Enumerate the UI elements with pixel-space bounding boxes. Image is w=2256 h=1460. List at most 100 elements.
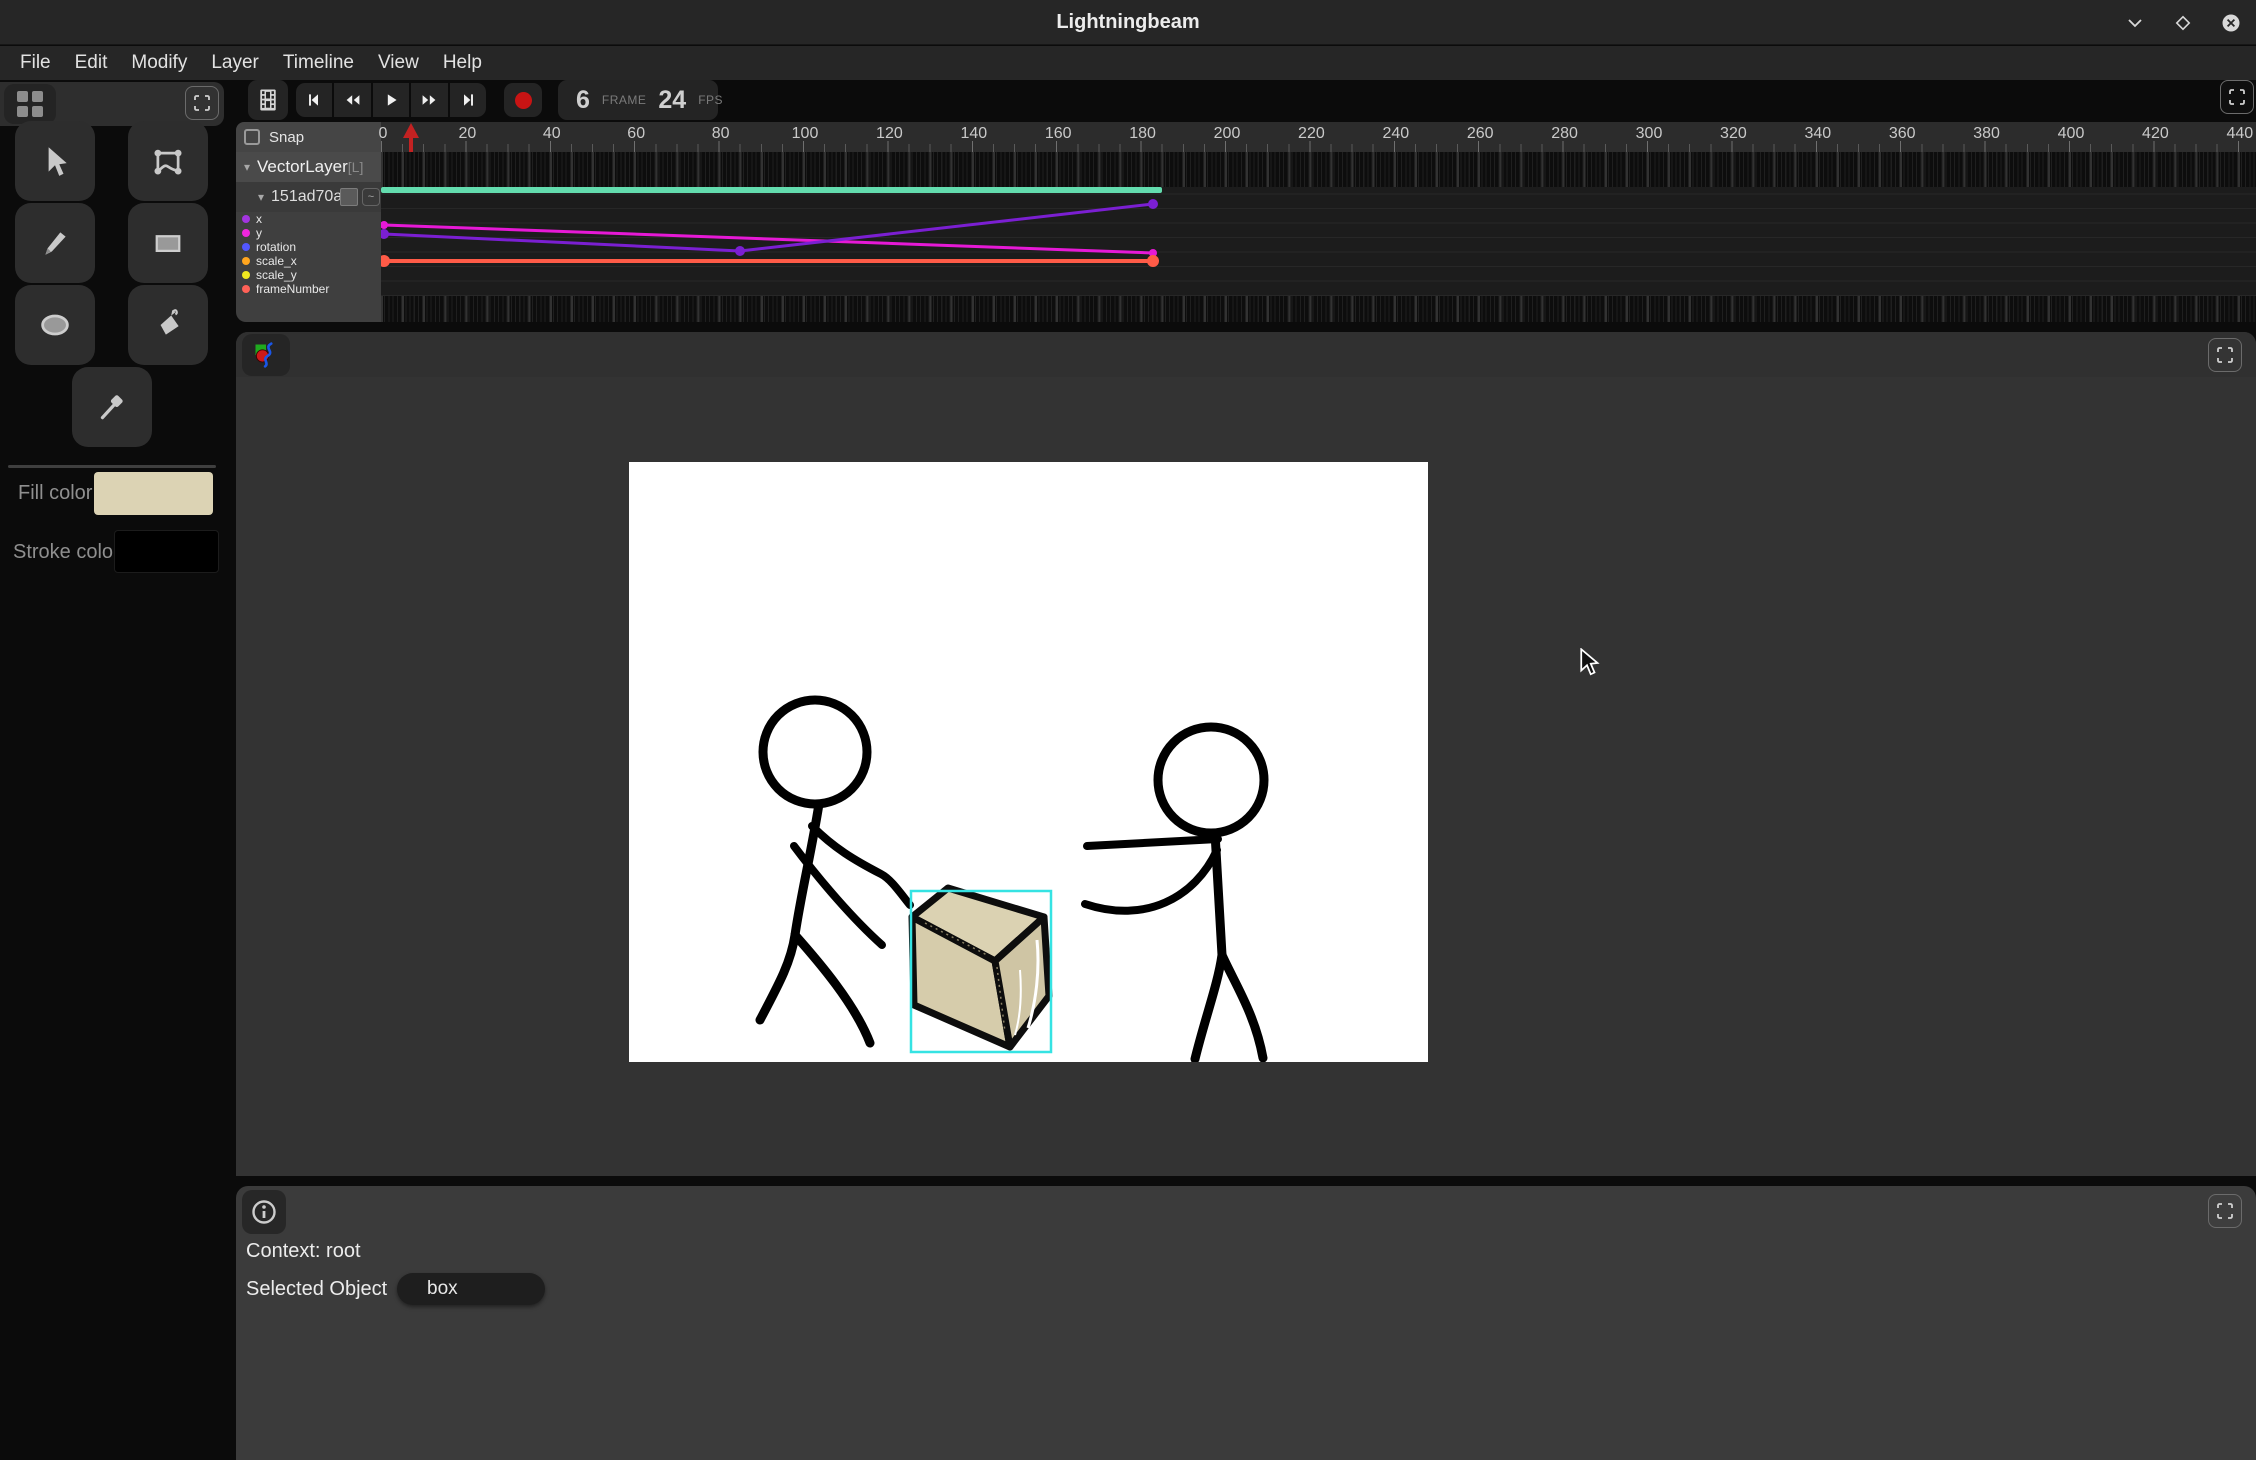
menu-item-modify[interactable]: Modify [119, 46, 199, 80]
fps-value[interactable]: 24 [658, 86, 686, 115]
layer-visibility-button[interactable] [340, 188, 358, 206]
keyframe-dot-x[interactable] [735, 246, 745, 256]
layer-toggle-button[interactable]: ~ [362, 188, 380, 206]
select-tool-button[interactable] [15, 121, 95, 201]
canvas-expand-button[interactable] [2208, 338, 2242, 372]
film-button[interactable] [248, 80, 288, 120]
play-button[interactable] [373, 83, 409, 117]
ruler-label-320: 320 [1720, 125, 1747, 143]
layer-row-sublayer[interactable]: ▾ 151ad70a... ~ [236, 182, 381, 212]
selected-object-field[interactable]: box [397, 1273, 545, 1305]
property-color-dot [242, 271, 250, 279]
ruler-label-80: 80 [712, 125, 730, 143]
property-row-rotation[interactable]: rotation [236, 240, 381, 254]
eyedropper-tool-button[interactable] [72, 367, 152, 447]
skip-end-button[interactable] [450, 83, 486, 117]
menu-item-help[interactable]: Help [431, 46, 494, 80]
keyframe-dot-frameNumber[interactable] [1147, 255, 1159, 267]
collapse-triangle-icon[interactable]: ▾ [244, 160, 250, 174]
skip-start-icon [306, 92, 322, 108]
keyframe-dot-x[interactable] [1148, 199, 1158, 209]
tool-panel-expand-button[interactable] [185, 86, 219, 120]
timeline-panel: 6 FRAME 24 FPS Snap 02040608010012014016… [236, 80, 2256, 322]
tool-grid-button[interactable] [4, 84, 56, 124]
rewind-button[interactable] [334, 83, 370, 117]
property-color-dot [242, 229, 250, 237]
selected-object-label: Selected Object [246, 1278, 387, 1301]
tool-panel-header [0, 82, 224, 126]
menu-item-edit[interactable]: Edit [63, 46, 120, 80]
ellipse-tool-button[interactable] [15, 285, 95, 365]
menu-item-view[interactable]: View [366, 46, 431, 80]
ruler-label-0: 0 [379, 125, 388, 143]
fast-forward-button[interactable] [411, 83, 447, 117]
menu-item-timeline[interactable]: Timeline [271, 46, 366, 80]
playhead-marker[interactable] [403, 123, 419, 138]
ruler-label-260: 260 [1467, 125, 1494, 143]
ruler-label-300: 300 [1636, 125, 1663, 143]
property-row-y[interactable]: y [236, 226, 381, 240]
info-button[interactable] [242, 1190, 286, 1234]
property-color-dot [242, 215, 250, 223]
menu-item-layer[interactable]: Layer [199, 46, 271, 80]
eyedropper-icon [95, 390, 129, 424]
frame-number-value[interactable]: 6 [576, 86, 590, 115]
ruler-label-400: 400 [2058, 125, 2085, 143]
keyframe-dot-y[interactable] [381, 221, 388, 229]
ruler-label-360: 360 [1889, 125, 1916, 143]
record-button[interactable] [504, 83, 542, 117]
expand-icon [2217, 347, 2233, 363]
property-list: xyrotationscale_xscale_yframeNumber [236, 212, 381, 296]
property-color-dot [242, 243, 250, 251]
property-row-frameNumber[interactable]: frameNumber [236, 282, 381, 296]
keyframe-curves [381, 152, 2256, 322]
stroke-color-label: Stroke color: [13, 541, 125, 564]
ruler-label-20: 20 [458, 125, 476, 143]
canvas-panel [236, 332, 2256, 1176]
tool-panel: Fill color: Stroke color: [0, 80, 236, 1460]
keyframe-dot-x[interactable] [381, 229, 389, 239]
skip-start-button[interactable] [296, 83, 332, 117]
paint-bucket-tool-button[interactable] [128, 285, 208, 365]
property-label: scale_x [256, 254, 297, 268]
selected-object-row: Selected Object box [246, 1278, 387, 1301]
frame-unit-label: FRAME [602, 93, 647, 107]
mouse-cursor [1577, 648, 1603, 683]
vector-graphics-logo-icon [252, 341, 280, 369]
transform-icon [150, 143, 186, 179]
window-title: Lightningbeam [1056, 11, 1199, 34]
keyframe-dot-frameNumber[interactable] [381, 255, 390, 267]
property-label: y [256, 226, 262, 240]
property-color-dot [242, 257, 250, 265]
menu-item-file[interactable]: File [8, 46, 63, 80]
layer-row-vectorlayer[interactable]: ▾ VectorLayer [L] [236, 152, 381, 182]
fill-color-label: Fill color: [18, 482, 98, 505]
timeline-ruler[interactable]: 0204060801001201401601802002202402602803… [381, 122, 2256, 152]
timeline-track[interactable] [381, 152, 2256, 322]
fill-color-swatch[interactable] [94, 472, 213, 515]
close-icon[interactable] [2220, 12, 2242, 34]
transform-tool-button[interactable] [128, 121, 208, 201]
rectangle-tool-button[interactable] [128, 203, 208, 283]
timeline-expand-button[interactable] [2220, 80, 2254, 114]
curve-x [384, 204, 1153, 251]
app-window: Lightningbeam FileEditModifyLayerTimelin… [0, 0, 2256, 1460]
property-row-x[interactable]: x [236, 212, 381, 226]
property-row-scale_y[interactable]: scale_y [236, 268, 381, 282]
maximize-icon[interactable] [2172, 12, 2194, 34]
property-row-scale_x[interactable]: scale_x [236, 254, 381, 268]
frame-fps-panel: 6 FRAME 24 FPS [558, 80, 718, 120]
stroke-color-swatch[interactable] [114, 530, 219, 573]
inspector-expand-button[interactable] [2208, 1194, 2242, 1228]
timeline-layer-sidebar: ▾ VectorLayer [L] ▾ 151ad70a... ~ xyrota… [236, 152, 381, 322]
ruler-label-420: 420 [2142, 125, 2169, 143]
pencil-tool-button[interactable] [15, 203, 95, 283]
info-icon [251, 1199, 277, 1225]
rectangle-icon [150, 225, 186, 261]
minimize-icon[interactable] [2124, 12, 2146, 34]
snap-checkbox[interactable] [244, 129, 260, 145]
ellipse-icon [37, 307, 73, 343]
canvas-mode-button[interactable] [242, 334, 290, 376]
collapse-triangle-icon[interactable]: ▾ [258, 190, 264, 204]
drawing-canvas[interactable] [629, 462, 1428, 1062]
